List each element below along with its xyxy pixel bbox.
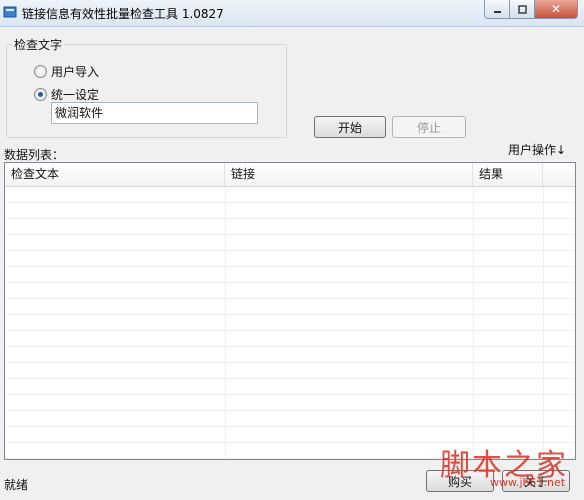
data-list-label: 数据列表： <box>4 148 65 162</box>
column-header-filler <box>543 163 575 186</box>
column-header-result[interactable]: 结果 <box>473 163 543 186</box>
check-text-legend: 检查文字 <box>12 36 65 53</box>
data-list-table[interactable]: 检查文本 链接 结果 <box>4 162 576 460</box>
column-divider <box>473 187 474 459</box>
column-header-check-text[interactable]: 检查文本 <box>5 163 225 186</box>
app-icon <box>3 6 17 18</box>
table-body <box>5 187 575 459</box>
start-button[interactable]: 开始 <box>314 116 386 138</box>
radio-unified-setting-label: 统一设定 <box>51 88 100 102</box>
check-text-input[interactable]: 微润软件 <box>51 102 258 124</box>
status-text: 就绪 <box>4 478 29 492</box>
radio-user-import[interactable]: 用户导入 <box>34 63 99 80</box>
minimize-button[interactable] <box>484 0 510 19</box>
column-divider <box>543 187 544 459</box>
title-bar: 链接信息有效性批量检查工具 1.0827 ✕ <box>0 0 584 27</box>
radio-checked-icon <box>34 88 47 101</box>
minimize-icon <box>493 10 501 13</box>
stop-button[interactable]: 停止 <box>392 116 466 138</box>
column-header-link[interactable]: 链接 <box>225 163 473 186</box>
user-operations-menu[interactable]: 用户操作↓ <box>508 141 566 158</box>
close-button[interactable]: ✕ <box>535 0 578 19</box>
radio-unified-setting[interactable]: 统一设定 <box>34 86 99 103</box>
window-title: 链接信息有效性批量检查工具 1.0827 <box>22 7 224 21</box>
watermark-url: www.jb51.net <box>490 476 566 489</box>
radio-icon <box>34 65 47 78</box>
maximize-icon <box>517 4 527 14</box>
column-divider <box>225 187 226 459</box>
radio-user-import-label: 用户导入 <box>51 65 100 79</box>
table-header: 检查文本 链接 结果 <box>5 163 575 187</box>
window-controls: ✕ <box>484 0 578 19</box>
close-icon: ✕ <box>550 2 562 16</box>
maximize-button[interactable] <box>510 0 535 19</box>
